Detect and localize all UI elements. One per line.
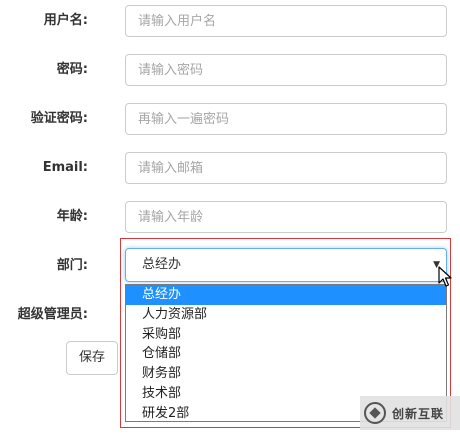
username-input[interactable] <box>125 5 447 37</box>
dropdown-option[interactable]: 仓储部 <box>126 344 446 364</box>
department-label: 部门: <box>56 258 88 273</box>
watermark-text: 创新互联 <box>392 406 445 421</box>
save-button[interactable]: 保存 <box>66 341 118 375</box>
watermark-logo: 创新互联 <box>360 396 460 430</box>
password-label: 密码: <box>56 62 88 77</box>
dropdown-option[interactable]: 总经办 <box>126 285 446 305</box>
age-input[interactable] <box>125 201 447 233</box>
email-label: Email: <box>42 160 88 175</box>
dropdown-option[interactable]: 人力资源部 <box>126 305 446 325</box>
department-selected-value: 总经办 <box>142 257 182 272</box>
mouse-cursor-icon <box>438 266 452 287</box>
super-admin-label: 超级管理员: <box>17 307 88 322</box>
password-input[interactable] <box>125 54 447 86</box>
email-input[interactable] <box>125 152 447 184</box>
brand-logo-icon <box>364 402 386 424</box>
age-label: 年龄: <box>56 209 88 224</box>
username-label: 用户名: <box>43 13 88 28</box>
department-select[interactable]: 总经办 ▼ <box>125 248 447 282</box>
confirm-password-input[interactable] <box>125 103 447 135</box>
dropdown-option[interactable]: 采购部 <box>126 325 446 345</box>
confirm-password-label: 验证密码: <box>30 111 88 126</box>
dropdown-option[interactable]: 财务部 <box>126 364 446 384</box>
